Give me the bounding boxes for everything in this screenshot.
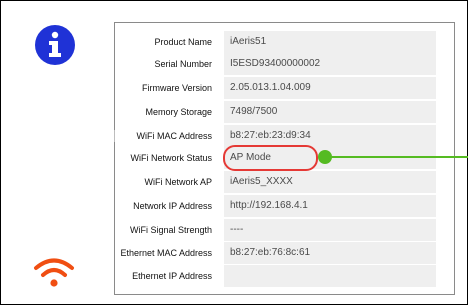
- value-ethernet-mac-address: b8:27:eb:76:8c:61: [224, 242, 436, 264]
- row-firmware-version: Firmware Version 2.05.013.1.04.009: [114, 77, 454, 99]
- label-firmware-version: Firmware Version: [141, 83, 212, 93]
- row-wifi-mac-address: WiFi MAC Address b8:27:eb:23:d9:34: [114, 125, 454, 147]
- value-wifi-signal-strength: ----: [224, 219, 436, 241]
- label-network-ip-address: Network IP Address: [133, 201, 212, 211]
- label-memory-storage: Memory Storage: [145, 107, 212, 117]
- info-icon: [33, 23, 77, 67]
- row-serial-number: Serial Number I5ESD93400000002: [114, 53, 454, 75]
- value-wifi-mac-address: b8:27:eb:23:d9:34: [224, 125, 436, 147]
- row-network-ip-address: Network IP Address http://192.168.4.1: [114, 195, 454, 217]
- label-wifi-signal-strength: WiFi Signal Strength: [129, 225, 212, 235]
- value-wifi-network-ap: iAeris5_XXXX: [224, 171, 436, 193]
- label-ethernet-mac-address: Ethernet MAC Address: [120, 248, 212, 258]
- label-wifi-network-status: WiFi Network Status: [130, 153, 212, 163]
- label-ethernet-ip-address: Ethernet IP Address: [132, 271, 212, 281]
- value-network-ip-address: http://192.168.4.1: [224, 195, 436, 217]
- value-ethernet-ip-address: [224, 265, 436, 287]
- callout-line: [328, 156, 468, 158]
- value-memory-storage: 7498/7500: [224, 101, 436, 123]
- label-product-name: Product Name: [154, 37, 212, 47]
- row-wifi-signal-strength: WiFi Signal Strength ----: [114, 219, 454, 241]
- callout-dot: [318, 150, 332, 164]
- label-serial-number: Serial Number: [154, 59, 212, 69]
- ap-mode-highlight: [223, 145, 318, 171]
- row-ethernet-ip-address: Ethernet IP Address: [114, 265, 454, 287]
- row-memory-storage: Memory Storage 7498/7500: [114, 101, 454, 123]
- value-serial-number: I5ESD93400000002: [224, 53, 436, 75]
- value-product-name: iAeris51: [224, 31, 436, 53]
- wifi-icon: [32, 248, 76, 292]
- row-product-name: Product Name iAeris51: [114, 31, 454, 53]
- label-wifi-network-ap: WiFi Network AP: [144, 177, 212, 187]
- row-wifi-network-ap: WiFi Network AP iAeris5_XXXX: [114, 171, 454, 193]
- row-ethernet-mac-address: Ethernet MAC Address b8:27:eb:76:8c:61: [114, 242, 454, 264]
- value-firmware-version: 2.05.013.1.04.009: [224, 77, 436, 99]
- label-wifi-mac-address: WiFi MAC Address: [136, 131, 212, 141]
